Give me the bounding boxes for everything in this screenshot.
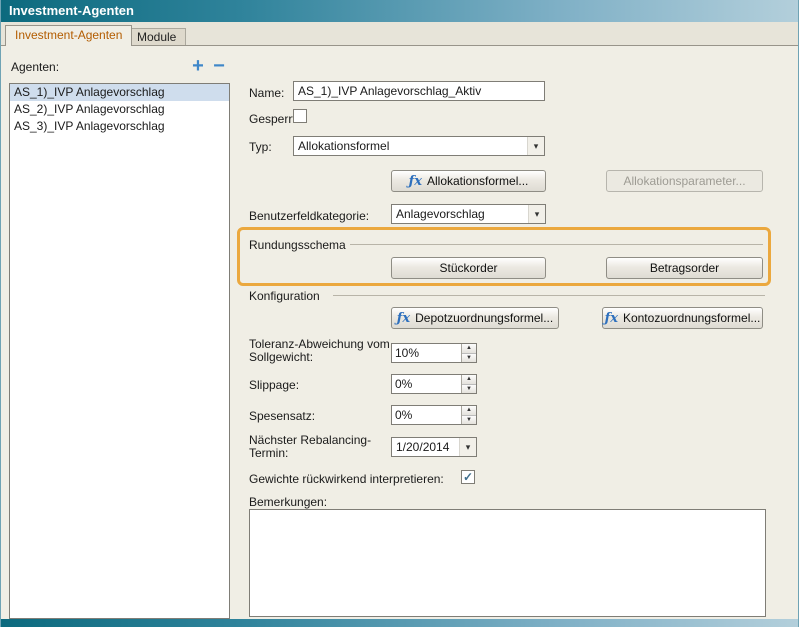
- list-item-agent-1[interactable]: AS_1)_IVP Anlagevorschlag: [10, 84, 229, 101]
- slippage-input[interactable]: [392, 375, 461, 393]
- spesensatz-down-button[interactable]: ▼: [462, 416, 476, 425]
- allokationsformel-button[interactable]: ƒx Allokationsformel...: [391, 170, 546, 192]
- toleranz-label: Toleranz-Abweichung vom Sollgewicht:: [249, 338, 391, 364]
- down-arrow-icon: ▼: [466, 417, 472, 423]
- gewichte-checkbox[interactable]: ✓: [461, 470, 475, 484]
- window-title: Investment-Agenten: [9, 3, 134, 18]
- rundungsschema-label: Rundungsschema: [249, 238, 346, 252]
- locked-label: Gesperrt:: [249, 112, 299, 126]
- toleranz-down-button[interactable]: ▼: [462, 354, 476, 363]
- toleranz-spin-buttons: ▲ ▼: [461, 344, 476, 362]
- spesensatz-spinner: ▲ ▼: [391, 405, 477, 425]
- chevron-down-icon: ▾: [528, 205, 545, 223]
- name-label: Name:: [249, 86, 284, 100]
- allokationsformel-button-label: Allokationsformel...: [427, 174, 528, 188]
- formula-icon: ƒx: [605, 312, 618, 325]
- formula-icon: ƒx: [409, 175, 422, 188]
- slippage-label: Slippage:: [249, 378, 299, 392]
- allokationsparameter-button-label: Allokationsparameter...: [623, 174, 745, 188]
- benutzerfeldkategorie-select-value: Anlagevorschlag: [392, 207, 528, 221]
- kontozuordnungsformel-button[interactable]: ƒx Kontozuordnungsformel...: [602, 307, 763, 329]
- type-select[interactable]: Allokationsformel ▾: [293, 136, 545, 156]
- betragsorder-button[interactable]: Betragsorder: [606, 257, 763, 279]
- chevron-down-icon: ▾: [459, 438, 476, 456]
- rebalancing-date-value: 1/20/2014: [392, 440, 459, 454]
- bemerkungen-textarea[interactable]: [249, 509, 766, 617]
- depotzuordnungsformel-button-label: Depotzuordnungsformel...: [415, 311, 553, 325]
- tab-investment-agenten[interactable]: Investment-Agenten: [5, 25, 132, 46]
- up-arrow-icon: ▲: [466, 407, 472, 413]
- rebalancing-date-select[interactable]: 1/20/2014 ▾: [391, 437, 477, 457]
- type-label: Typ:: [249, 140, 272, 154]
- check-icon: ✓: [463, 471, 473, 483]
- stueckorder-button-label: Stückorder: [439, 261, 497, 275]
- konfiguration-label: Konfiguration: [249, 289, 320, 303]
- up-arrow-icon: ▲: [466, 376, 472, 382]
- toleranz-spinner: ▲ ▼: [391, 343, 477, 363]
- up-arrow-icon: ▲: [466, 345, 472, 351]
- slippage-spin-buttons: ▲ ▼: [461, 375, 476, 393]
- name-input[interactable]: [293, 81, 545, 101]
- locked-checkbox[interactable]: [293, 109, 307, 123]
- title-bar: Investment-Agenten: [1, 0, 798, 22]
- bottom-bar: [1, 619, 798, 627]
- toleranz-up-button[interactable]: ▲: [462, 344, 476, 354]
- konfiguration-separator: [333, 295, 765, 296]
- slippage-down-button[interactable]: ▼: [462, 385, 476, 394]
- allokationsparameter-button: Allokationsparameter...: [606, 170, 763, 192]
- investment-agents-window: Investment-Agenten Module Investment-Age…: [0, 0, 799, 627]
- add-agent-button[interactable]: +: [189, 58, 207, 76]
- plus-icon: +: [192, 55, 204, 77]
- stueckorder-button[interactable]: Stückorder: [391, 257, 546, 279]
- slippage-up-button[interactable]: ▲: [462, 375, 476, 385]
- betragsorder-button-label: Betragsorder: [650, 261, 719, 275]
- depotzuordnungsformel-button[interactable]: ƒx Depotzuordnungsformel...: [391, 307, 559, 329]
- toleranz-input[interactable]: [392, 344, 461, 362]
- rundungsschema-separator: [350, 244, 763, 245]
- slippage-spinner: ▲ ▼: [391, 374, 477, 394]
- tab-module[interactable]: Module: [127, 28, 186, 45]
- list-item-agent-3[interactable]: AS_3)_IVP Anlagevorschlag: [10, 118, 229, 135]
- spesensatz-input[interactable]: [392, 406, 461, 424]
- chevron-down-icon: ▾: [527, 137, 544, 155]
- rebalancing-label: Nächster Rebalancing-Termin:: [249, 434, 391, 460]
- down-arrow-icon: ▼: [466, 386, 472, 392]
- kontozuordnungsformel-button-label: Kontozuordnungsformel...: [623, 311, 760, 325]
- bemerkungen-label: Bemerkungen:: [249, 495, 327, 509]
- remove-agent-button[interactable]: −: [210, 58, 228, 76]
- minus-icon: −: [213, 55, 225, 77]
- benutzerfeldkategorie-label: Benutzerfeldkategorie:: [249, 209, 369, 223]
- spesensatz-spin-buttons: ▲ ▼: [461, 406, 476, 424]
- spesensatz-label: Spesensatz:: [249, 409, 315, 423]
- list-item-agent-2[interactable]: AS_2)_IVP Anlagevorschlag: [10, 101, 229, 118]
- formula-icon: ƒx: [397, 312, 410, 325]
- down-arrow-icon: ▼: [466, 355, 472, 361]
- benutzerfeldkategorie-select[interactable]: Anlagevorschlag ▾: [391, 204, 546, 224]
- spesensatz-up-button[interactable]: ▲: [462, 406, 476, 416]
- agents-list: AS_1)_IVP Anlagevorschlag AS_2)_IVP Anla…: [9, 83, 230, 619]
- agents-label: Agenten:: [11, 60, 59, 74]
- gewichte-label: Gewichte rückwirkend interpretieren:: [249, 472, 444, 486]
- type-select-value: Allokationsformel: [294, 139, 527, 153]
